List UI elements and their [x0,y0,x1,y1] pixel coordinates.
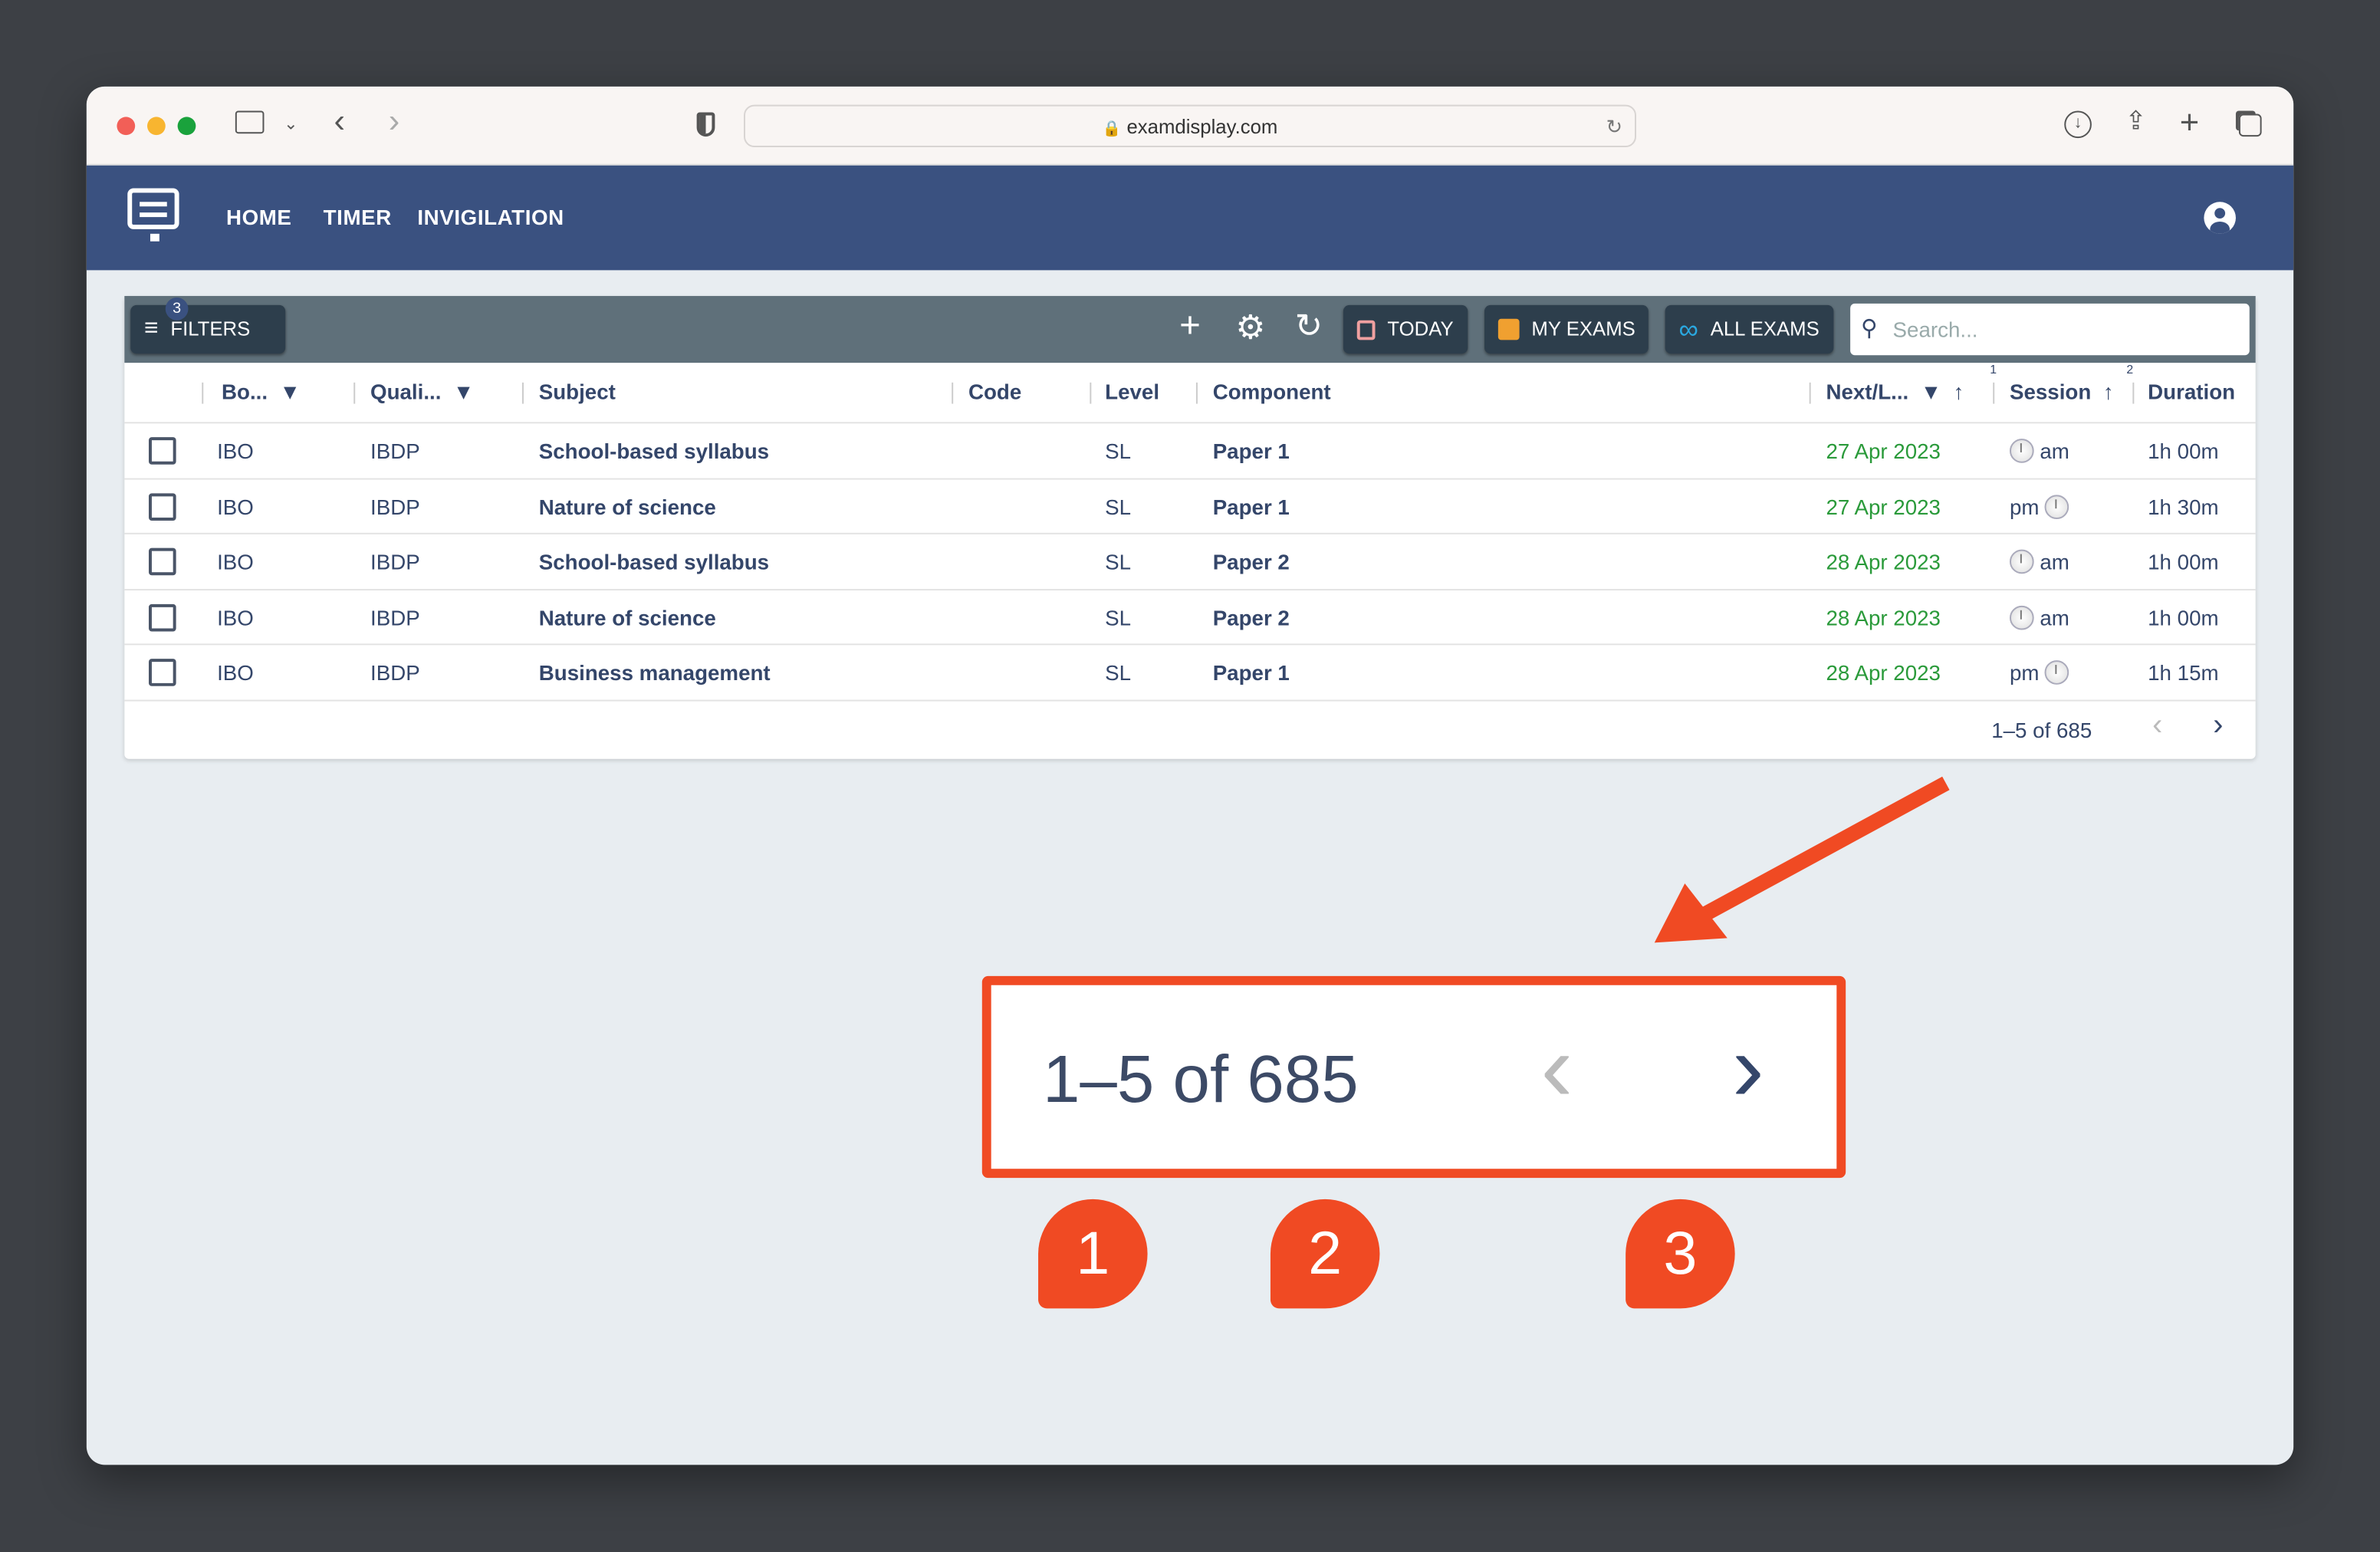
callout-next-icon: › [1731,1012,1764,1122]
arrow-shaft [1696,776,1950,924]
pagination-callout: 1–5 of 685 ‹ › [981,975,1846,1179]
annotation-arrow [1654,776,1950,943]
callout-pagination-range: 1–5 of 685 [1042,1042,1359,1117]
marker-3: 3 [1626,1199,1735,1309]
marker-2: 2 [1270,1199,1380,1309]
callout-previous-icon: ‹ [1540,1012,1573,1122]
marker-1: 1 [1038,1199,1148,1309]
